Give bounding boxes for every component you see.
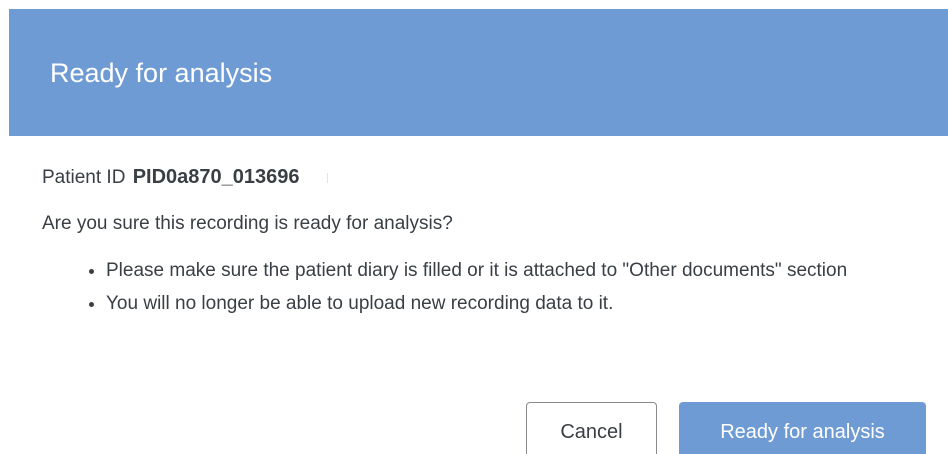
dialog-header: Ready for analysis [9,9,948,136]
confirmation-question: Are you sure this recording is ready for… [42,213,453,234]
patient-id-line: Patient ID PID0a870_013696 [42,164,328,191]
ready-for-analysis-dialog: Ready for analysis Patient ID PID0a870_0… [0,0,948,454]
cancel-button[interactable]: Cancel [526,402,657,454]
patient-id-value: PID0a870_013696 [132,166,300,188]
text-cursor-mark [326,172,328,183]
patient-id-label: Patient ID [42,167,126,188]
list-item: You will no longer be able to upload new… [78,289,928,319]
dialog-title: Ready for analysis [50,58,273,88]
ready-for-analysis-button[interactable]: Ready for analysis [679,402,926,454]
list-item: Please make sure the patient diary is fi… [78,256,928,286]
notes-list: Please make sure the patient diary is fi… [78,256,928,319]
